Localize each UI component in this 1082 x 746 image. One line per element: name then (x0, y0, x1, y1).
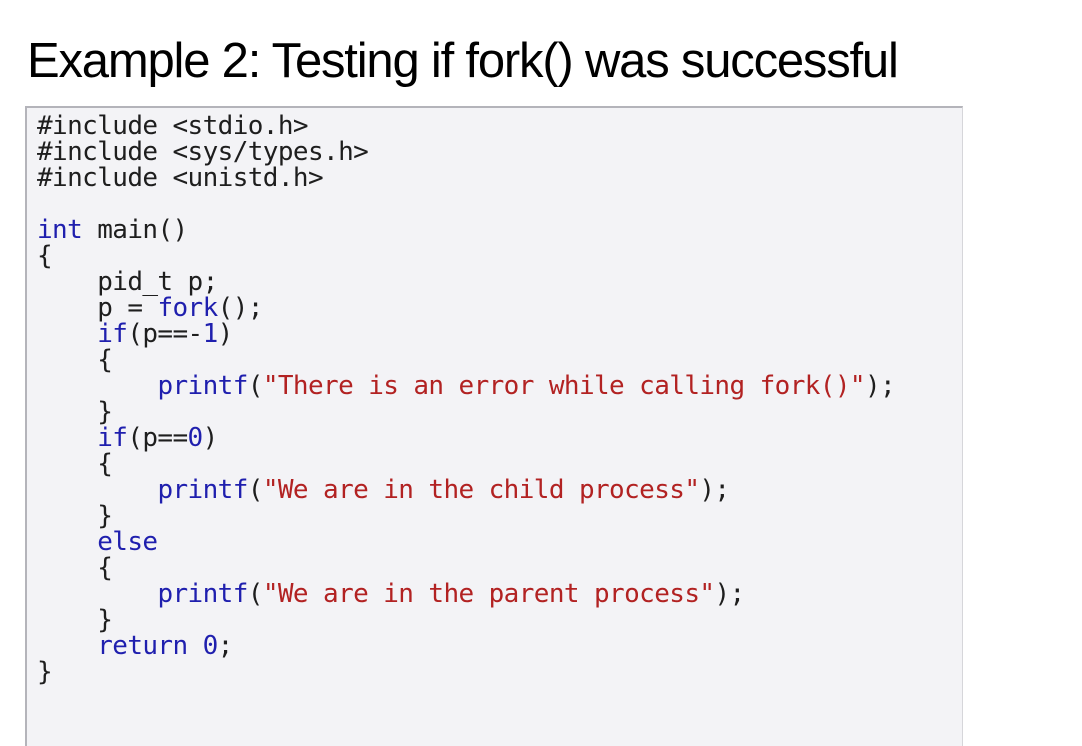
code-line: { (37, 243, 895, 269)
code-line: } (37, 607, 895, 633)
code-line: printf("We are in the child process"); (37, 477, 895, 503)
code-function-name: printf (157, 371, 248, 401)
code-line: { (37, 347, 895, 373)
code-text: ( (247, 475, 264, 505)
code-text: (p== (127, 423, 188, 453)
code-keyword: return (97, 631, 188, 661)
code-line: { (37, 451, 895, 477)
code-line: #include <unistd.h> (37, 165, 895, 191)
code-text: main() (82, 215, 188, 245)
code-line: } (37, 503, 895, 529)
code-function-name: printf (157, 475, 248, 505)
code-function-name: printf (157, 579, 248, 609)
code-number-literal: 0 (202, 631, 219, 661)
code-text: ); (864, 371, 896, 401)
code-string-literal: "We are in the child process" (262, 475, 700, 505)
code-line: printf("There is an error while calling … (37, 373, 895, 399)
code-line: pid_t p; (37, 269, 895, 295)
code-line: #include <sys/types.h> (37, 139, 895, 165)
code-line: int main() (37, 217, 895, 243)
code-number-literal: 1 (202, 319, 219, 349)
code-text: ( (247, 579, 264, 609)
code-preprocessor: #include <unistd.h> (37, 163, 324, 193)
code-line: printf("We are in the parent process"); (37, 581, 895, 607)
code-line: return 0; (37, 633, 895, 659)
code-line: } (37, 659, 895, 685)
code-line: { (37, 555, 895, 581)
code-text: ); (714, 579, 745, 609)
code-line: #include <stdio.h> (37, 113, 895, 139)
code-line: } (37, 399, 895, 425)
code-line: if(p==0) (37, 425, 895, 451)
code-number-literal: 0 (187, 423, 204, 453)
code-string-literal: "There is an error while calling fork()" (262, 371, 866, 401)
code-text: ) (217, 319, 234, 349)
code-string-literal: "We are in the parent process" (262, 579, 715, 609)
code-panel: #include <stdio.h> #include <sys/types.h>… (25, 106, 963, 746)
code-text: ) (202, 423, 219, 453)
code-line: p = fork(); (37, 295, 895, 321)
slide-title: Example 2: Testing if fork() was success… (27, 34, 899, 88)
code-text: ( (247, 371, 264, 401)
code-text: } (37, 657, 53, 687)
code-text: (p==- (127, 319, 203, 349)
code-line: if(p==-1) (37, 321, 895, 347)
code-block: #include <stdio.h> #include <sys/types.h>… (37, 113, 896, 685)
code-text: ; (217, 631, 234, 661)
code-line: else (37, 529, 895, 555)
code-text: ); (699, 475, 730, 505)
